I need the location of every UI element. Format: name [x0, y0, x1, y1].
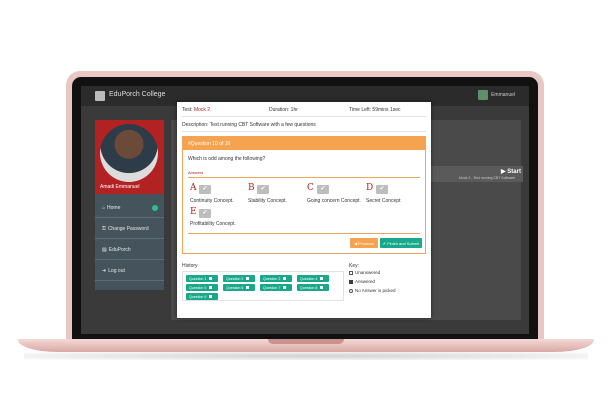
square-icon	[246, 277, 250, 280]
history-question-7[interactable]: Question 7	[260, 284, 292, 291]
question-modal: Test: Mock 2 Duration: 1hr Time Left: 59…	[177, 102, 431, 318]
test-label: Test:	[182, 107, 193, 113]
option-a-letter: A	[190, 183, 197, 193]
history-question-1[interactable]: Question 1	[186, 275, 218, 282]
finish-submit-button[interactable]: ✔ Finish and Submit	[380, 238, 422, 248]
option-b-label: Stability Concept.	[248, 198, 287, 204]
square-icon	[209, 277, 213, 280]
history-question-8[interactable]: Question 8	[297, 284, 329, 291]
square-icon	[320, 277, 324, 280]
user-menu[interactable]: Emmanuel	[478, 90, 515, 100]
logout-icon: ➜	[102, 267, 107, 274]
history-question-9[interactable]: Question 9	[186, 293, 218, 300]
option-e-letter: E	[190, 207, 197, 217]
unanswered-square-icon	[349, 270, 353, 275]
key-no-answer: No Answer is picked	[349, 288, 396, 293]
sidebar-item-label: Home	[107, 204, 121, 211]
question-header: #Question 10 of 10	[183, 137, 425, 150]
description: Description: Test running CBT Software w…	[182, 122, 316, 128]
option-c-checkbox[interactable]: ✔	[317, 185, 329, 194]
user-avatar	[478, 90, 489, 100]
question-panel: #Question 10 of 10 Which is odd among th…	[182, 136, 426, 254]
option-d-checkbox[interactable]: ✔	[376, 185, 388, 194]
history-question-3[interactable]: Question 3	[260, 275, 292, 282]
history-question-5[interactable]: Question 5	[186, 284, 218, 291]
option-b-checkbox[interactable]: ✔	[257, 185, 269, 194]
user-name: Emmanuel	[491, 92, 515, 98]
key-icon: ⚿	[102, 225, 106, 232]
key-label: Key:	[349, 263, 360, 269]
square-icon	[283, 277, 287, 280]
option-d-letter: D	[366, 183, 374, 193]
square-icon	[209, 286, 213, 289]
option-b-letter: B	[248, 183, 255, 193]
sidebar: Amadi Emmanuel ⌂ Home ⚿ Change Password …	[95, 120, 164, 290]
time-left: Time Left: 59mins 1sec	[349, 107, 401, 113]
sidebar-item-logout[interactable]: ➜ Log out	[95, 261, 164, 281]
square-icon	[209, 295, 213, 298]
square-icon	[283, 286, 287, 289]
duration: Duration: 1hr	[269, 107, 298, 113]
sidebar-item-label: EduPorch	[108, 246, 131, 253]
key-unanswered: Unanswered	[349, 270, 380, 275]
profile-name: Amadi Emmanuel	[100, 184, 140, 190]
book-icon: ▤	[102, 246, 107, 253]
option-e-checkbox[interactable]: ✔	[199, 209, 211, 218]
test-value: Mock 2	[193, 107, 211, 113]
history-panel: Question 1 Question 2 Question 3 Questio…	[182, 271, 344, 301]
question-text: Which is odd among the following?	[188, 156, 266, 162]
option-d-label: Secret Concept	[366, 198, 401, 204]
previous-button[interactable]: ◀ Previous	[350, 238, 378, 248]
sidebar-item-label: Log out	[108, 267, 125, 274]
answered-square-icon	[349, 279, 353, 284]
option-c-label: Going concern Concept.	[307, 198, 361, 204]
start-link[interactable]: ▶ Start	[501, 168, 521, 175]
square-icon	[320, 286, 324, 289]
laptop-notch	[268, 339, 344, 344]
profile-card: Amadi Emmanuel	[95, 120, 164, 194]
start-description: Mock 2 - Test running CBT Software	[459, 176, 516, 180]
test-name: Test: Mock 2	[182, 107, 210, 113]
home-icon: ⌂	[102, 204, 106, 211]
divider	[182, 131, 426, 132]
divider	[182, 116, 426, 117]
option-a-label: Continuity Concept.	[190, 198, 234, 204]
answers-bottom-divider	[188, 233, 420, 234]
no-answer-circle-icon	[349, 288, 353, 293]
option-e-label: Profitability Concept.	[190, 221, 236, 227]
option-c-letter: C	[307, 183, 314, 193]
brand-name: EduPorch College	[109, 91, 166, 98]
option-a-checkbox[interactable]: ✔	[199, 185, 211, 194]
laptop-shadow	[24, 352, 588, 360]
history-question-2[interactable]: Question 2	[223, 275, 255, 282]
history-question-4[interactable]: Question 4	[297, 275, 329, 282]
history-label: History	[182, 263, 198, 269]
avatar	[100, 124, 158, 182]
square-icon	[246, 286, 250, 289]
key-answered: Answered	[349, 279, 375, 284]
sidebar-item-home[interactable]: ⌂ Home	[95, 198, 164, 218]
sidebar-item-change-password[interactable]: ⚿ Change Password	[95, 219, 164, 239]
screen: EduPorch College Emmanuel Amadi Emmanuel…	[81, 86, 529, 334]
history-question-6[interactable]: Question 6	[223, 284, 255, 291]
brand-logo-icon	[95, 91, 105, 101]
sidebar-item-label: Change Password	[107, 225, 149, 232]
answers-label: Answers	[188, 170, 204, 175]
answers-divider	[188, 177, 420, 178]
sidebar-item-eduporch[interactable]: ▤ EduPorch	[95, 240, 164, 260]
active-dot-icon	[152, 204, 158, 211]
